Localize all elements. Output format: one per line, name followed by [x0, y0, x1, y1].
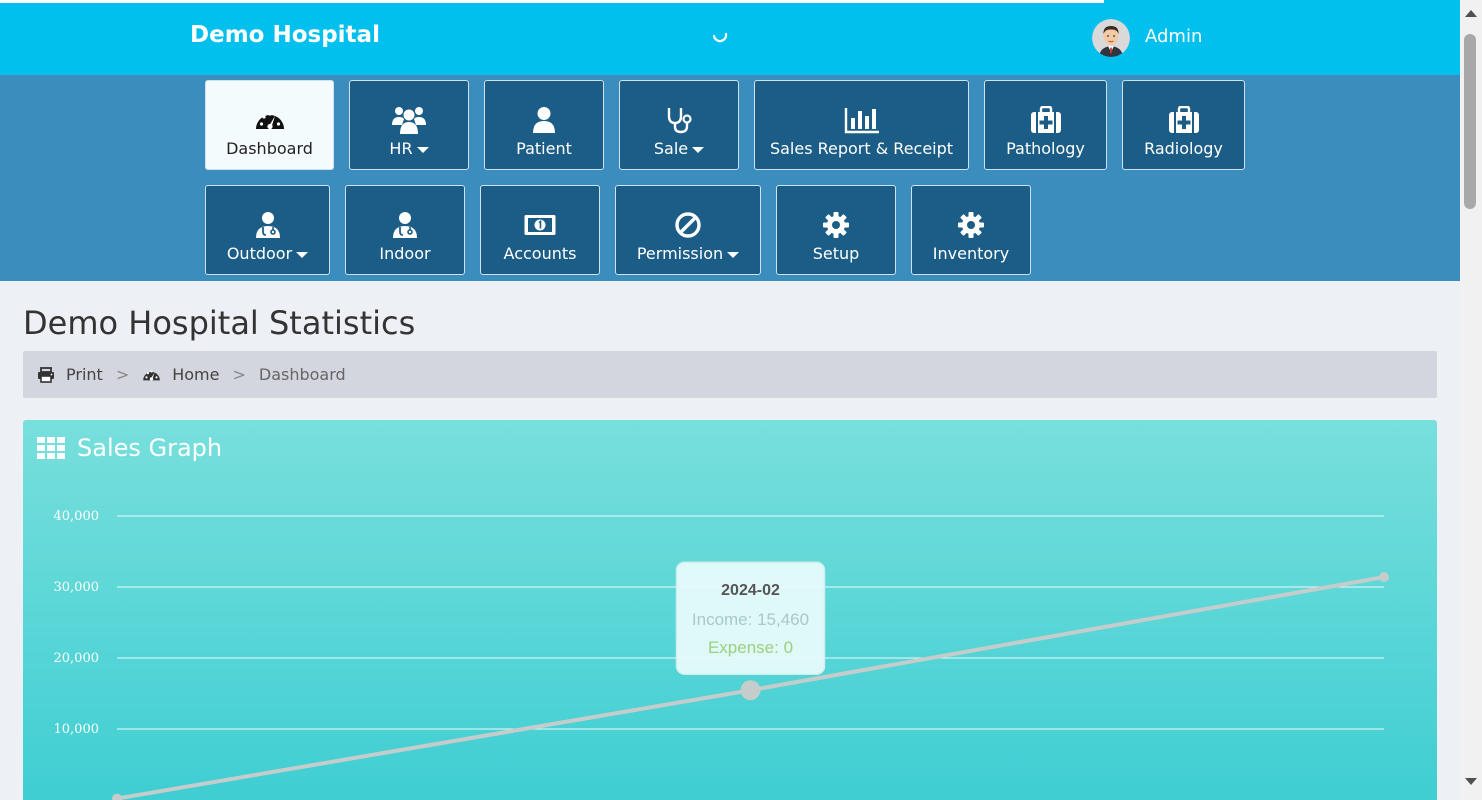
scroll-up-arrow-icon[interactable]: [1465, 10, 1477, 17]
nav-setup-label: Setup: [812, 244, 860, 263]
breadcrumb-separator: >: [115, 365, 130, 384]
sales-line-chart[interactable]: 10,000 20,000 30,000 40,000 2024-02 Income: 1…: [23, 420, 1437, 800]
brand-name[interactable]: Demo Hospital: [190, 22, 380, 48]
page-loading-bar: [0, 0, 1104, 3]
spinner-icon: [712, 32, 728, 43]
main-nav: Dashboard HR Patient Sale Sales Report &…: [0, 75, 1460, 281]
nav-permission[interactable]: Permission: [615, 185, 761, 275]
chevron-down-icon: [416, 146, 429, 153]
breadcrumb-home[interactable]: Home: [142, 365, 219, 384]
money-icon: [523, 210, 557, 240]
doctor-icon: [255, 210, 281, 240]
y-tick-label: 10,000: [54, 722, 100, 737]
stethoscope-icon: [666, 105, 692, 135]
nav-inventory[interactable]: Inventory: [911, 185, 1031, 275]
nav-patient-label: Patient: [516, 139, 572, 158]
page-scrollbar[interactable]: [1460, 0, 1482, 800]
nav-indoor[interactable]: Indoor: [345, 185, 465, 275]
chevron-down-icon: [727, 251, 740, 258]
nav-radiology-label: Radiology: [1144, 139, 1223, 158]
dashboard-icon: [143, 369, 161, 381]
nav-pathology[interactable]: Pathology: [984, 80, 1107, 170]
nav-sales-report-label: Sales Report & Receipt: [769, 139, 954, 158]
nav-hr[interactable]: HR: [349, 80, 469, 170]
nav-setup[interactable]: Setup: [776, 185, 896, 275]
y-tick-label: 20,000: [54, 651, 100, 666]
gear-icon: [822, 210, 850, 240]
nav-outdoor-label: Outdoor: [226, 244, 293, 263]
tooltip-expense: Expense: 0: [708, 638, 793, 657]
nav-pathology-label: Pathology: [1006, 139, 1085, 158]
nav-hr-label: HR: [389, 139, 413, 158]
breadcrumb-home-label: Home: [172, 365, 220, 384]
user-icon: [532, 105, 556, 135]
chevron-down-icon: [692, 146, 705, 153]
breadcrumb: Print > Home > Dashboard: [23, 351, 1437, 398]
income-data-point: [1379, 572, 1389, 583]
dashboard-icon: [254, 105, 286, 135]
breadcrumb-separator: >: [232, 365, 246, 384]
nav-accounts[interactable]: Accounts: [480, 185, 600, 275]
nav-permission-label: Permission: [636, 244, 724, 263]
admin-username[interactable]: Admin: [1145, 26, 1202, 47]
nav-accounts-label: Accounts: [503, 244, 577, 263]
y-tick-label: 40,000: [54, 509, 100, 524]
breadcrumb-print[interactable]: Print: [37, 365, 103, 384]
print-icon: [38, 366, 54, 383]
grid-icon: [37, 437, 65, 459]
scroll-thumb[interactable]: [1464, 34, 1476, 209]
nav-indoor-label: Indoor: [379, 244, 431, 263]
medkit-icon: [1168, 105, 1200, 135]
admin-avatar[interactable]: [1092, 19, 1130, 57]
nav-sale-label: Sale: [653, 139, 689, 158]
tooltip-date: 2024-02: [721, 582, 780, 599]
sales-graph-header: Sales Graph: [37, 434, 222, 462]
nav-dashboard-label: Dashboard: [226, 139, 313, 158]
page-title: Demo Hospital Statistics: [23, 304, 416, 342]
doctor-icon: [392, 210, 418, 240]
breadcrumb-print-label: Print: [66, 365, 103, 384]
nav-radiology[interactable]: Radiology: [1122, 80, 1245, 170]
nav-inventory-label: Inventory: [932, 244, 1010, 263]
scroll-down-arrow-icon[interactable]: [1465, 778, 1477, 785]
bar-chart-icon: [844, 105, 880, 135]
medkit-icon: [1030, 105, 1062, 135]
chevron-down-icon: [296, 251, 309, 258]
tooltip-income: Income: 15,460: [692, 610, 809, 629]
nav-patient[interactable]: Patient: [484, 80, 604, 170]
ban-icon: [674, 210, 702, 240]
gear-icon: [957, 210, 985, 240]
income-data-point: [112, 793, 122, 800]
users-icon: [391, 105, 427, 135]
income-data-point: [740, 680, 761, 701]
nav-dashboard[interactable]: Dashboard: [205, 80, 334, 170]
y-tick-label: 30,000: [54, 580, 100, 595]
top-header: Demo Hospital Admin: [0, 0, 1460, 75]
sales-graph-panel: 10,000 20,000 30,000 40,000 2024-02 Income: 1…: [23, 420, 1437, 800]
nav-sale[interactable]: Sale: [619, 80, 739, 170]
sales-graph-title: Sales Graph: [77, 434, 223, 462]
nav-sales-report[interactable]: Sales Report & Receipt: [754, 80, 969, 170]
breadcrumb-current: Dashboard: [258, 365, 346, 384]
nav-outdoor[interactable]: Outdoor: [205, 185, 330, 275]
